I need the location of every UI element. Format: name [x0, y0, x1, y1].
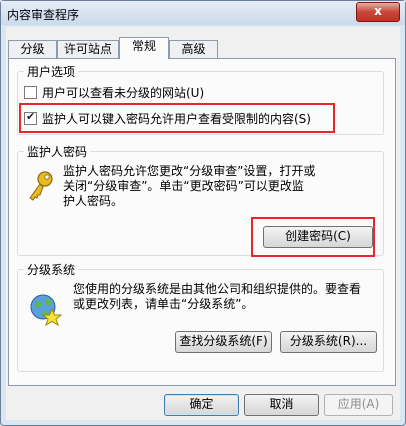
ok-button[interactable]: 确定 [164, 394, 239, 416]
apply-button[interactable]: 应用(A) [324, 394, 393, 416]
tab-general[interactable]: 常规 [119, 37, 169, 59]
rating-systems-group-label: 分级系统 [24, 261, 79, 278]
rating-systems-button[interactable]: 分级系统(R)... [280, 331, 377, 353]
dialog-body: 分级 许可站点 常规 高级 用户选项 用户可以查看未分级的网站(U) ✔ 监护人… [6, 27, 400, 420]
tab-advanced[interactable]: 高级 [169, 40, 218, 59]
title-bar: 内容审查程序 x [1, 1, 405, 25]
highlight-create-password [251, 217, 375, 257]
tab-approved-sites[interactable]: 许可站点 [57, 40, 119, 59]
supervisor-description: 监护人密码允许您更改“分级审查”设置，打开或 关闭“分级审查”。单击“更改密码”… [63, 164, 378, 209]
rating-systems-description: 您使用的分级系统是由其他公司和组织提供的。要查看 或更改列表，请单击“分级系统”… [73, 282, 378, 312]
supervisor-text-line: 监护人密码允许您更改“分级审查”设置，打开或 [63, 164, 316, 178]
content-advisor-window: 内容审查程序 x 分级 许可站点 常规 高级 用户选项 用户可以查看未分级的网站… [0, 0, 406, 426]
window-title: 内容审查程序 [7, 8, 80, 22]
key-icon [26, 170, 56, 207]
tab-ratings[interactable]: 分级 [8, 40, 57, 59]
general-tab-panel: 用户选项 用户可以查看未分级的网站(U) ✔ 监护人可以键入密码允许用户查看受限… [8, 58, 396, 386]
cancel-button[interactable]: 取消 [244, 394, 319, 416]
rating-text-line: 或更改列表，请单击“分级系统”。 [73, 297, 254, 311]
close-button[interactable]: x [356, 2, 400, 22]
view-unrated-checkbox[interactable] [24, 86, 37, 99]
supervisor-password-group-label: 监护人密码 [24, 143, 91, 160]
rating-systems-group: 分级系统 您使用的分级系统是由其他公司和组织提供的。要查看 或更改列表，请单击“… [17, 261, 384, 372]
rating-text-line: 您使用的分级系统是由其他公司和组织提供的。要查看 [73, 282, 362, 296]
view-unrated-label[interactable]: 用户可以查看未分级的网站(U) [42, 84, 204, 101]
find-rating-systems-button[interactable]: 查找分级系统(F) [175, 331, 272, 353]
view-unrated-option[interactable]: 用户可以查看未分级的网站(U) [24, 84, 204, 101]
user-options-label: 用户选项 [24, 63, 79, 80]
supervisor-text-line: 护人密码。 [63, 194, 124, 208]
certificate-icon [28, 292, 63, 331]
highlight-supervisor-option [19, 103, 335, 133]
supervisor-text-line: 关闭“分级审查”。单击“更改密码”可以更改监 [63, 179, 304, 193]
